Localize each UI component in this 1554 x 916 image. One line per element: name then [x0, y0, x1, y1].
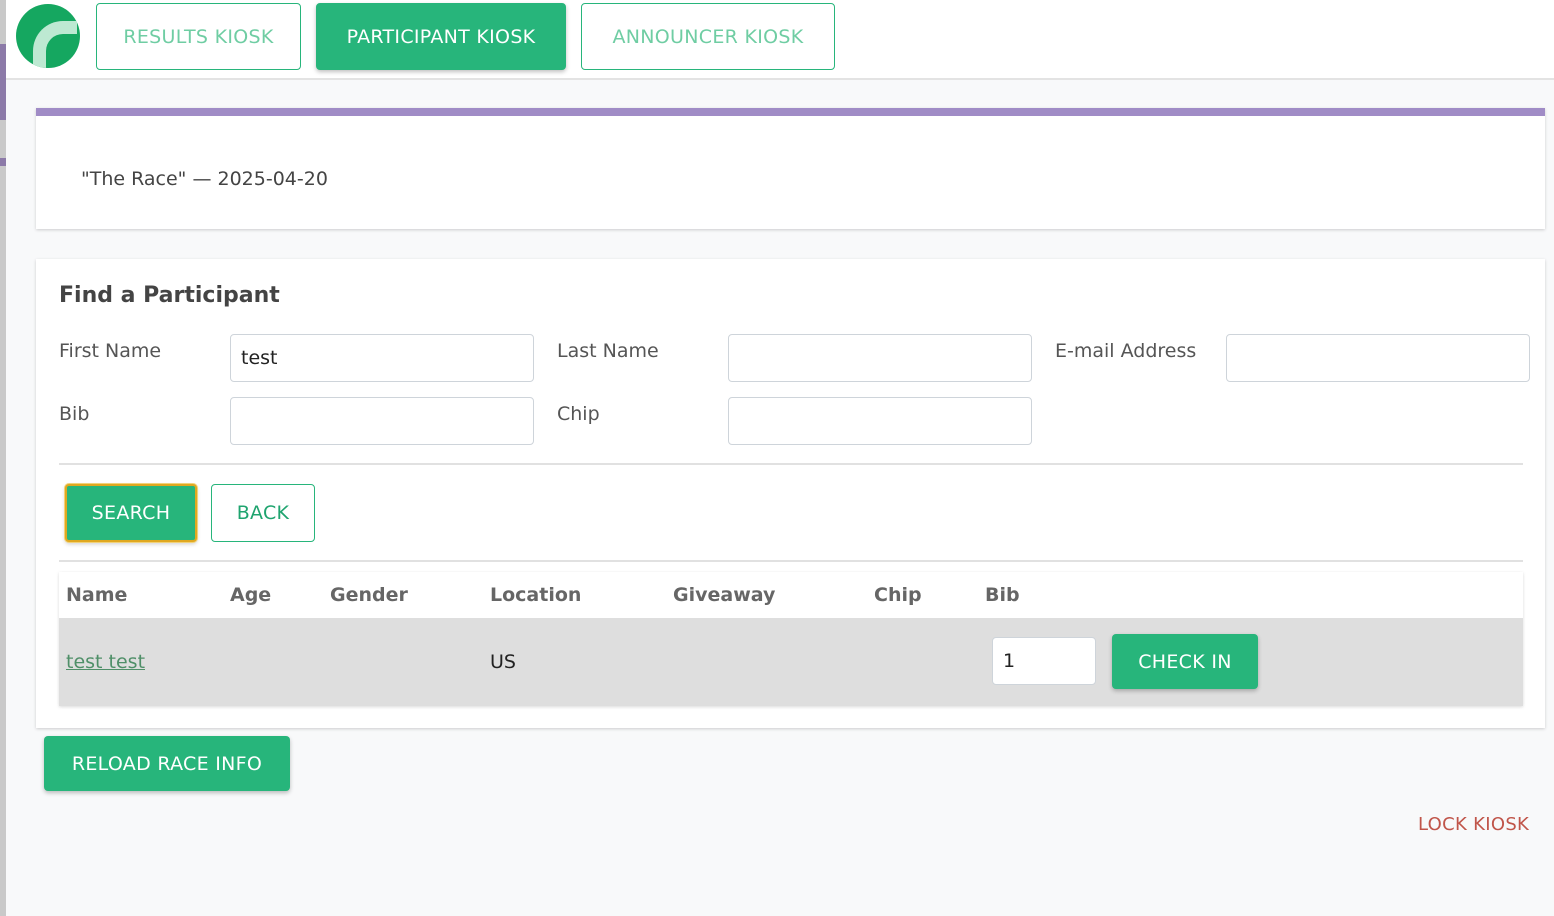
check-in-button[interactable]: CHECK IN — [1112, 634, 1258, 689]
participant-location: US — [490, 651, 516, 673]
find-participant-heading: Find a Participant — [59, 283, 280, 308]
column-header-bib: Bib — [985, 584, 1020, 606]
lock-kiosk-link[interactable]: LOCK KIOSK — [1418, 814, 1529, 835]
column-header-giveaway: Giveaway — [673, 584, 776, 606]
tab-announcer-kiosk[interactable]: ANNOUNCER KIOSK — [581, 3, 835, 70]
participant-name-link[interactable]: test test — [66, 651, 145, 673]
window-edge — [0, 0, 6, 916]
window-edge-accent — [0, 158, 6, 166]
chip-search-field[interactable] — [728, 397, 1032, 445]
race-info-card: "The Race" — 2025-04-20 — [36, 108, 1545, 229]
results-divider — [59, 560, 1523, 562]
top-navigation: RESULTS KIOSK PARTICIPANT KIOSK ANNOUNCE… — [6, 0, 1554, 80]
find-participant-card: Find a Participant First Name Last Name … — [36, 259, 1545, 728]
chip-label: Chip — [557, 403, 600, 425]
bib-input[interactable] — [992, 637, 1096, 685]
search-button[interactable]: SEARCH — [65, 484, 197, 542]
form-divider — [59, 463, 1523, 465]
race-title: "The Race" — 2025-04-20 — [81, 168, 328, 190]
email-label: E-mail Address — [1055, 340, 1197, 362]
back-button[interactable]: BACK — [211, 484, 315, 542]
column-header-location: Location — [490, 584, 582, 606]
logo-swoosh — [33, 21, 77, 68]
last-name-field[interactable] — [728, 334, 1032, 382]
column-header-name: Name — [66, 584, 128, 606]
bib-label: Bib — [59, 403, 90, 425]
first-name-field[interactable] — [230, 334, 534, 382]
column-header-age: Age — [230, 584, 272, 606]
tab-participant-kiosk[interactable]: PARTICIPANT KIOSK — [316, 3, 566, 70]
email-field[interactable] — [1226, 334, 1530, 382]
bib-search-field[interactable] — [230, 397, 534, 445]
app-logo-icon[interactable] — [16, 4, 80, 68]
results-table: Name Age Gender Location Giveaway Chip B… — [59, 572, 1523, 706]
column-header-gender: Gender — [330, 584, 408, 606]
reload-race-info-button[interactable]: RELOAD RACE INFO — [44, 736, 290, 791]
tab-results-kiosk[interactable]: RESULTS KIOSK — [96, 3, 301, 70]
last-name-label: Last Name — [557, 340, 659, 362]
column-header-chip: Chip — [874, 584, 922, 606]
table-row: test test US CHECK IN — [59, 618, 1523, 706]
first-name-label: First Name — [59, 340, 162, 362]
